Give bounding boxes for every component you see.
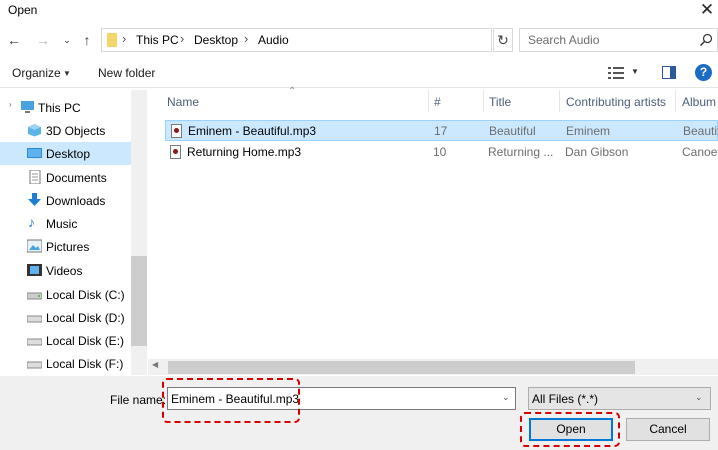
track-artist: Eminem — [566, 124, 611, 138]
disk-icon — [27, 361, 42, 369]
chevron-right-icon[interactable]: › — [9, 100, 12, 109]
caret-down-icon[interactable]: ▼ — [63, 69, 71, 78]
cancel-button[interactable]: Cancel — [626, 418, 710, 441]
forward-icon[interactable]: → — [34, 30, 52, 50]
search-input[interactable]: Search Audio — [519, 28, 718, 52]
disk-icon — [27, 315, 42, 323]
file-type-value: All Files (*.*) — [532, 392, 599, 406]
title-bar — [0, 0, 718, 24]
nav-scrollbar-thumb[interactable] — [131, 256, 147, 346]
file-list: ⌃ Name # Title Contributing artists Albu… — [148, 86, 718, 375]
column-divider[interactable] — [428, 90, 429, 112]
sidebar-item-label: Pictures — [46, 240, 90, 254]
pictures-icon — [27, 239, 42, 253]
disk-icon — [27, 338, 42, 346]
sidebar-item-label: Documents — [46, 171, 107, 185]
sidebar-item-label: Desktop — [46, 147, 91, 161]
pc-icon — [21, 101, 34, 113]
column-header-album[interactable]: Album — [682, 95, 716, 109]
track-album: Canoe — [682, 145, 718, 159]
column-header-number[interactable]: # — [434, 95, 441, 109]
audio-file-icon — [171, 124, 182, 138]
column-divider[interactable] — [675, 90, 676, 112]
sidebar-item-label: 3D Objects — [46, 124, 106, 138]
breadcrumb-desktop[interactable]: Desktop — [194, 33, 238, 47]
sidebar-item-disk-c[interactable]: Local Disk (C:) — [0, 283, 131, 306]
sidebar-item-label: This PC — [38, 101, 81, 115]
table-row[interactable]: Eminem - Beautiful.mp3 17 Beautiful Emin… — [165, 120, 718, 141]
videos-icon — [27, 264, 42, 276]
breadcrumb-this-pc[interactable]: This PC — [136, 33, 179, 47]
search-placeholder: Search Audio — [528, 33, 600, 47]
sidebar-item-3d-objects[interactable]: 3D Objects — [0, 119, 131, 142]
sidebar-item-label: Local Disk (F:) — [46, 357, 124, 371]
sidebar-item-desktop[interactable]: Desktop — [0, 142, 131, 165]
column-divider[interactable] — [483, 90, 484, 112]
close-icon[interactable]: ✕ — [696, 0, 718, 22]
document-icon — [29, 170, 41, 184]
sidebar-item-label: Local Disk (E:) — [46, 334, 125, 348]
horizontal-scrollbar-thumb[interactable] — [168, 361, 635, 374]
open-button-highlight — [520, 412, 620, 447]
sidebar-item-disk-d[interactable]: Local Disk (D:) — [0, 306, 131, 329]
track-title: Beautiful — [489, 124, 536, 138]
file-name: Eminem - Beautiful.mp3 — [188, 124, 317, 138]
sidebar-item-downloads[interactable]: Downloads — [0, 189, 131, 212]
chevron-down-icon[interactable]: ⌄ — [502, 392, 510, 403]
chevron-down-icon[interactable]: ⌄ — [695, 392, 703, 403]
scroll-left-icon[interactable]: ◀ — [152, 360, 158, 369]
address-bar[interactable]: › This PC › Desktop › Audio ⌄ — [101, 28, 585, 52]
track-title: Returning ... — [488, 145, 554, 159]
sort-ascending-icon: ⌃ — [288, 86, 297, 97]
desktop-icon — [27, 148, 42, 158]
back-icon[interactable]: ← — [5, 30, 23, 50]
search-icon — [700, 33, 713, 46]
organize-button[interactable]: Organize — [12, 66, 61, 80]
breadcrumb-separator-icon[interactable]: › — [122, 31, 126, 46]
sidebar-item-music[interactable]: ♪ Music — [0, 212, 131, 235]
disk-icon — [27, 292, 42, 300]
sidebar-item-label: Local Disk (C:) — [46, 288, 125, 302]
refresh-icon[interactable]: ↻ — [493, 28, 513, 52]
audio-file-icon — [170, 145, 181, 159]
sidebar-item-pictures[interactable]: Pictures — [0, 235, 131, 258]
help-icon[interactable]: ? — [695, 64, 712, 81]
breadcrumb-separator-icon[interactable]: › — [180, 31, 184, 46]
breadcrumb-separator-icon[interactable]: › — [244, 31, 248, 46]
file-name: Returning Home.mp3 — [187, 145, 302, 159]
sidebar-item-this-pc[interactable]: › This PC — [0, 96, 131, 119]
view-options-icon[interactable] — [608, 67, 624, 79]
track-artist: Dan Gibson — [565, 145, 629, 159]
column-header-title[interactable]: Title — [489, 95, 511, 109]
table-row[interactable]: Returning Home.mp3 10 Returning ... Dan … — [165, 142, 718, 163]
up-icon[interactable]: ↑ — [78, 30, 96, 50]
sidebar-item-label: Local Disk (D:) — [46, 311, 125, 325]
preview-pane-icon[interactable] — [662, 66, 676, 79]
sidebar-item-documents[interactable]: Documents — [0, 166, 131, 189]
column-divider[interactable] — [559, 90, 560, 112]
new-folder-button[interactable]: New folder — [98, 66, 155, 80]
sidebar-item-disk-e[interactable]: Local Disk (E:) — [0, 329, 131, 352]
sidebar-item-label: Music — [46, 217, 78, 231]
column-header-artists[interactable]: Contributing artists — [566, 95, 666, 109]
file-type-select[interactable]: All Files (*.*) ⌄ — [528, 387, 711, 410]
sidebar-item-label: Downloads — [46, 194, 106, 208]
sidebar-item-label: Videos — [46, 264, 83, 278]
file-name-label: File name: — [110, 393, 167, 407]
download-icon — [28, 193, 41, 206]
track-number: 10 — [433, 145, 447, 159]
breadcrumb-audio[interactable]: Audio — [258, 33, 289, 47]
sidebar-item-disk-f[interactable]: Local Disk (F:) — [0, 352, 131, 375]
folder-icon — [107, 33, 117, 47]
window-title: Open — [8, 3, 38, 17]
track-album: Beautiful — [683, 124, 718, 138]
music-icon: ♪ — [28, 214, 35, 230]
cube-icon — [28, 124, 41, 137]
file-name-highlight — [162, 378, 300, 423]
column-header-name[interactable]: Name — [167, 95, 199, 109]
track-number: 17 — [434, 124, 448, 138]
recent-locations-icon[interactable]: ⌄ — [58, 30, 76, 50]
sidebar-item-videos[interactable]: Videos — [0, 259, 131, 282]
view-dropdown-icon[interactable]: ▼ — [631, 67, 639, 76]
